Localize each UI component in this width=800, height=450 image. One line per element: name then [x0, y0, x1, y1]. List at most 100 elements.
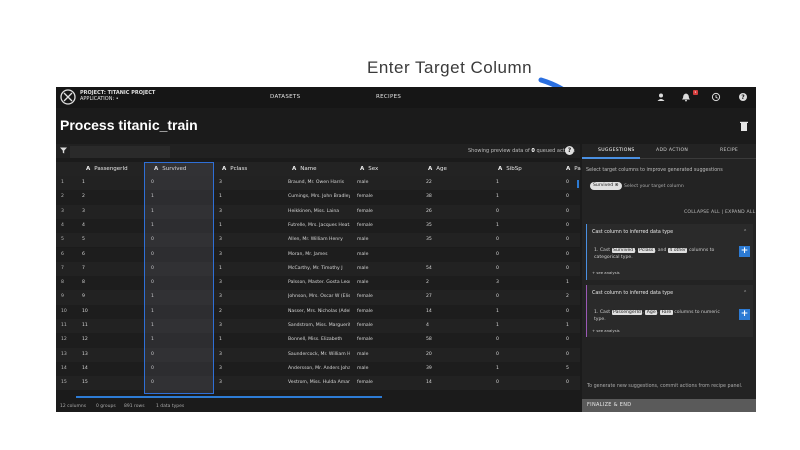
table-cell[interactable]: 3 — [219, 319, 281, 333]
table-cell[interactable]: 0 — [496, 233, 558, 247]
table-cell[interactable]: 3 — [82, 205, 144, 219]
table-row[interactable]: 10 10 1 2 Nasser, Mrs. Nicholas (Adel... fema… — [56, 304, 580, 319]
table-cell[interactable]: 1 — [496, 219, 558, 233]
table-cell[interactable]: 7 — [82, 262, 144, 276]
nav-recipes[interactable]: RECIPES — [376, 94, 401, 100]
help-icon[interactable]: ? — [565, 146, 574, 155]
table-cell[interactable]: 3 — [219, 362, 281, 376]
table-cell[interactable]: Johnson, Mrs. Oscar W (Elis... — [288, 290, 350, 304]
table-cell[interactable]: 1 — [219, 190, 281, 204]
user-icon[interactable] — [656, 92, 666, 102]
column-header-sibsp[interactable]: A SibSp — [498, 162, 522, 176]
table-cell[interactable]: 1 — [82, 176, 144, 190]
logo-icon[interactable] — [60, 89, 76, 105]
table-cell[interactable]: Andersson, Mr. Anders Johan — [288, 362, 350, 376]
table-cell[interactable]: 4 — [82, 219, 144, 233]
table-cell[interactable]: 0 — [496, 290, 558, 304]
table-cell[interactable]: 1 — [219, 219, 281, 233]
table-cell[interactable]: female — [357, 305, 419, 319]
column-header-sex[interactable]: A Sex — [360, 162, 378, 176]
history-icon[interactable] — [711, 92, 721, 102]
table-cell[interactable]: Futrelle, Mrs. Jacques Heat... — [288, 219, 350, 233]
table-row[interactable]: 15 15 0 3 Vestrom, Miss. Hulda Aman... female… — [56, 376, 580, 391]
collapse-all-button[interactable]: COLLAPSE ALL — [684, 210, 720, 215]
table-cell[interactable]: 1 — [496, 362, 558, 376]
table-cell[interactable]: 6 — [82, 248, 144, 262]
table-cell[interactable]: 1 — [151, 205, 213, 219]
table-row[interactable]: 5 5 0 3 Allen, Mr. William Henry male 35 0 0 — [56, 233, 580, 248]
nav-datasets[interactable]: DATASETS — [270, 94, 300, 100]
table-cell[interactable]: 38 — [426, 190, 488, 204]
table-cell[interactable]: 12 — [82, 333, 144, 347]
table-cell[interactable]: 0 — [151, 376, 213, 390]
table-cell[interactable]: male — [357, 262, 419, 276]
column-header-passengerid[interactable]: A PassengerId — [86, 162, 128, 176]
horizontal-scrollbar[interactable] — [76, 396, 382, 398]
finalize-end-button[interactable]: FINALIZE & END — [582, 399, 756, 412]
trash-icon[interactable] — [740, 121, 748, 131]
table-cell[interactable]: 0 — [496, 248, 558, 262]
table-cell[interactable]: 0 — [151, 262, 213, 276]
table-cell[interactable]: 2 — [219, 305, 281, 319]
table-cell[interactable]: 0 — [151, 233, 213, 247]
table-row[interactable]: 7 7 0 1 McCarthy, Mr. Timothy Jmale 54 0 0 — [56, 261, 580, 277]
table-cell[interactable]: 8 — [82, 276, 144, 290]
table-cell[interactable]: 0 — [496, 333, 558, 347]
table-cell[interactable]: male — [357, 362, 419, 376]
table-cell[interactable]: 58 — [426, 333, 488, 347]
table-cell[interactable]: 14 — [426, 305, 488, 319]
table-cell[interactable]: female — [357, 319, 419, 333]
table-cell[interactable]: 0 — [151, 248, 213, 262]
table-cell[interactable]: 26 — [426, 205, 488, 219]
table-cell[interactable]: 3 — [219, 176, 281, 190]
chevron-up-icon[interactable]: ⌃ — [743, 229, 747, 235]
table-cell[interactable]: 1 — [219, 262, 281, 276]
table-cell[interactable]: male — [357, 176, 419, 190]
table-cell[interactable]: male — [357, 233, 419, 247]
table-cell[interactable]: female — [357, 290, 419, 304]
table-cell[interactable]: 35 — [426, 233, 488, 247]
table-cell[interactable] — [426, 248, 488, 262]
column-header-name[interactable]: A Name — [292, 162, 317, 176]
table-row[interactable]: 8 8 0 3 Palsson, Master. Gosta Leon... male 2 3… — [56, 276, 580, 291]
tab-recipe[interactable]: RECIPE — [720, 148, 738, 153]
column-header-age[interactable]: A Age — [428, 162, 447, 176]
table-cell[interactable]: 15 — [82, 376, 144, 390]
help-nav-icon[interactable]: ? — [738, 92, 748, 102]
table-cell[interactable]: 1 — [151, 190, 213, 204]
see-analysis-link[interactable]: + see analysis — [592, 328, 620, 333]
table-cell[interactable]: 1 — [496, 190, 558, 204]
table-cell[interactable]: Saundercock, Mr. William He... — [288, 348, 350, 362]
table-cell[interactable]: 3 — [219, 348, 281, 362]
chip-remove-icon[interactable]: ⊗ — [615, 183, 619, 188]
table-cell[interactable]: 54 — [426, 262, 488, 276]
table-cell[interactable]: Allen, Mr. William Henry — [288, 233, 350, 247]
table-cell[interactable]: male — [357, 248, 419, 262]
table-row[interactable]: 3 3 1 3 Heikkinen, Miss. Laina female 26 0 0 — [56, 204, 580, 219]
table-row[interactable]: 14 14 0 3 Andersson, Mr. Anders Johan male 39 1… — [56, 361, 580, 377]
table-cell[interactable]: Braund, Mr. Owen Harris — [288, 176, 350, 190]
table-cell[interactable]: 1 — [496, 176, 558, 190]
bell-icon[interactable] — [681, 92, 691, 102]
table-cell[interactable]: 3 — [219, 376, 281, 390]
add-suggestion-button[interactable]: + — [739, 309, 750, 320]
table-row[interactable]: 1 1 0 3 Braund, Mr. Owen Harris male 22 1 0 — [56, 176, 580, 191]
table-cell[interactable]: female — [357, 376, 419, 390]
table-row[interactable]: 6 6 0 3 Moran, Mr. James male 0 0 — [56, 247, 580, 262]
table-cell[interactable]: 10 — [82, 305, 144, 319]
vertical-scrollbar[interactable] — [577, 180, 579, 188]
target-column-input[interactable]: Select your target column — [624, 184, 684, 189]
table-cell[interactable]: female — [357, 219, 419, 233]
table-cell[interactable]: 1 — [151, 290, 213, 304]
table-cell[interactable]: 1 — [219, 333, 281, 347]
table-cell[interactable]: McCarthy, Mr. Timothy J — [288, 262, 350, 276]
table-cell[interactable]: 1 — [496, 319, 558, 333]
table-cell[interactable]: Sandstrom, Miss. Marguerit... — [288, 319, 350, 333]
table-cell[interactable]: 1 — [496, 305, 558, 319]
table-cell[interactable]: 1 — [151, 333, 213, 347]
table-cell[interactable]: male — [357, 348, 419, 362]
table-cell[interactable]: 20 — [426, 348, 488, 362]
table-cell[interactable]: 3 — [496, 276, 558, 290]
table-cell[interactable]: 13 — [82, 348, 144, 362]
table-cell[interactable]: 0 — [151, 176, 213, 190]
